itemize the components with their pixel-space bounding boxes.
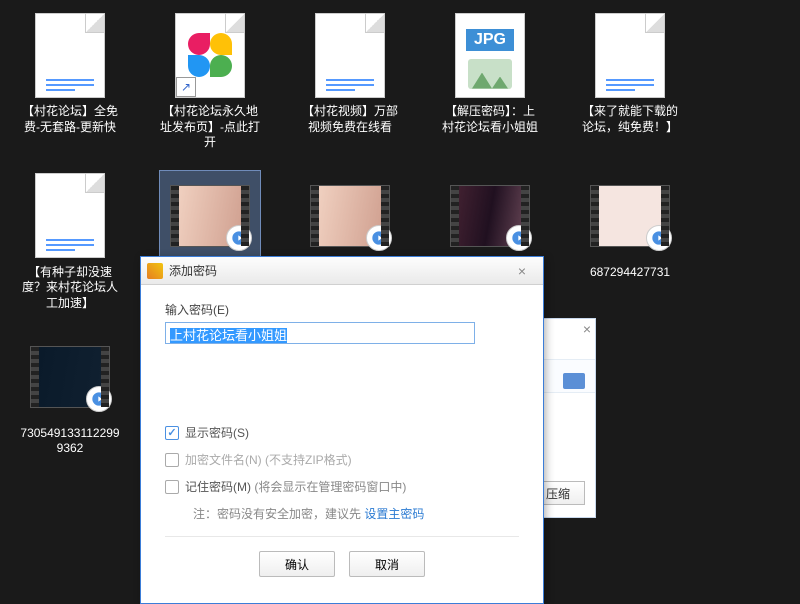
file-label: 【来了就能下载的论坛，纯免费！】 (580, 104, 680, 135)
dialog-title-text: 添加密码 (169, 262, 507, 279)
close-icon[interactable]: × (583, 321, 591, 337)
file-label: 【村花视频】万部视频免费在线看 (300, 104, 400, 135)
play-icon (226, 225, 252, 251)
file-item[interactable]: JPG 【解压密码】：上村花论坛看小姐姐 (440, 10, 540, 151)
play-icon (86, 386, 112, 412)
remember-password-checkbox[interactable] (165, 480, 179, 494)
add-password-dialog: 添加密码 × 输入密码(E) 上村花论坛看小姐姐 显示密码(S) 加密文件名(N… (140, 256, 544, 604)
video-thumbnail (310, 171, 390, 261)
play-icon (506, 225, 532, 251)
remember-password-label: 记住密码(M) (185, 478, 251, 495)
play-icon (366, 225, 392, 251)
document-icon (590, 10, 670, 100)
remember-password-hint: (将会显示在管理密码窗口中) (254, 478, 406, 495)
dialog-buttons: 确认 取消 (165, 536, 519, 593)
encrypt-filename-row: 加密文件名(N) (不支持ZIP格式) (165, 451, 519, 468)
file-item[interactable]: 【村花视频】万部视频免费在线看 (300, 10, 400, 151)
file-label: 7305491331122999362 (20, 426, 120, 457)
security-note: 注：密码没有安全加密，建议先 设置主密码 (193, 505, 519, 522)
file-label: 687294427731 (590, 265, 670, 281)
remember-password-row[interactable]: 记住密码(M) (将会显示在管理密码窗口中) (165, 478, 519, 495)
encrypt-filename-checkbox (165, 453, 179, 467)
file-item[interactable]: ↗【村花论坛永久地址发布页】-点此打开 (160, 10, 260, 151)
password-input-value: 上村花论坛看小姐姐 (170, 328, 287, 343)
video-thumbnail (30, 332, 110, 422)
video-thumbnail (450, 171, 530, 261)
close-button[interactable]: × (507, 262, 537, 280)
jpg-icon: JPG (450, 10, 530, 100)
file-label: 【村花论坛永久地址发布页】-点此打开 (160, 104, 260, 151)
dialog-body: 输入密码(E) 上村花论坛看小姐姐 显示密码(S) 加密文件名(N) (不支持Z… (141, 285, 543, 603)
encrypt-filename-hint: (不支持ZIP格式) (265, 451, 352, 468)
file-item[interactable]: 【来了就能下载的论坛，纯免费！】 (580, 10, 680, 151)
password-input-label: 输入密码(E) (165, 301, 519, 318)
video-thumbnail (170, 171, 250, 261)
document-icon (30, 10, 110, 100)
file-item[interactable]: 【有种子却没速度？来村花论坛人工加速】 (20, 171, 120, 312)
show-password-row[interactable]: 显示密码(S) (165, 424, 519, 441)
cancel-button[interactable]: 取消 (349, 551, 425, 577)
play-icon (646, 225, 672, 251)
file-label: 【有种子却没速度？来村花论坛人工加速】 (20, 265, 120, 312)
encrypt-filename-label: 加密文件名(N) (185, 451, 262, 468)
set-master-password-link[interactable]: 设置主密码 (364, 507, 424, 521)
dialog-titlebar: 添加密码 × (141, 257, 543, 285)
file-item[interactable]: 7305491331122999362 (20, 332, 120, 457)
document-icon (30, 171, 110, 261)
video-thumbnail (590, 171, 670, 261)
show-password-checkbox[interactable] (165, 426, 179, 440)
folder-icon[interactable] (563, 373, 585, 389)
password-input[interactable]: 上村花论坛看小姐姐 (165, 322, 475, 344)
file-label: 【解压密码】：上村花论坛看小姐姐 (440, 104, 540, 135)
document-icon (310, 10, 390, 100)
shortcut-icon: ↗ (170, 10, 250, 100)
file-item[interactable]: 【村花论坛】全免费-无套路-更新快 (20, 10, 120, 151)
file-label: 【村花论坛】全免费-无套路-更新快 (20, 104, 120, 135)
show-password-label: 显示密码(S) (185, 424, 249, 441)
file-item[interactable]: 687294427731 (580, 171, 680, 312)
app-icon (147, 263, 163, 279)
ok-button[interactable]: 确认 (259, 551, 335, 577)
